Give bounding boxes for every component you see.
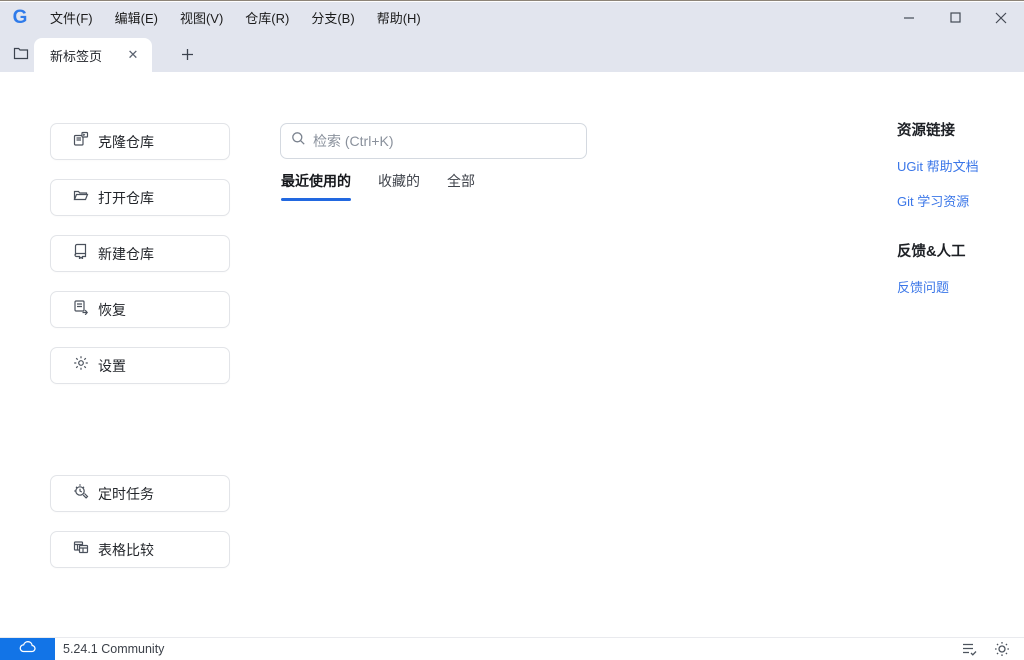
menu-view[interactable]: 视图(V): [169, 2, 234, 33]
minimize-button[interactable]: [886, 2, 932, 33]
button-label: 定时任务: [98, 485, 154, 502]
search-box: [280, 123, 587, 159]
repo-filter-tabs: 最近使用的 收藏的 全部: [281, 171, 475, 201]
scheduled-task-icon: [73, 483, 89, 504]
main-content: 克隆仓库 打开仓库 新建仓库 恢复 设置 定时任务 表格比较 检索 (Ctrl+…: [0, 72, 1024, 638]
version-label: 5.24.1 Community: [63, 642, 165, 656]
button-label: 恢复: [98, 301, 126, 318]
tab-list-folder-icon[interactable]: [8, 40, 34, 66]
menubar: 文件(F) 编辑(E) 视图(V) 仓库(R) 分支(B) 帮助(H): [39, 2, 432, 33]
search-input[interactable]: [313, 133, 576, 149]
app-logo-icon: G: [12, 6, 28, 28]
resources-heading: 资源链接: [897, 123, 955, 139]
menu-repository[interactable]: 仓库(R): [234, 2, 300, 33]
folder-open-icon: [73, 187, 89, 208]
scheduled-task-button[interactable]: 定时任务: [50, 475, 230, 512]
cloud-sync-button[interactable]: [0, 637, 55, 660]
window-controls: [886, 2, 1024, 33]
tab-all[interactable]: 全部: [447, 171, 475, 201]
link-ugit-help-docs[interactable]: UGit 帮助文档: [897, 156, 1017, 175]
task-log-icon[interactable]: [960, 639, 980, 659]
menu-branch[interactable]: 分支(B): [300, 2, 365, 33]
table-compare-icon: [73, 539, 89, 560]
theme-toggle-sun-icon[interactable]: [992, 639, 1012, 659]
button-label: 新建仓库: [98, 245, 154, 262]
tab-favorites[interactable]: 收藏的: [378, 171, 420, 201]
feedback-heading: 反馈&人工: [897, 244, 966, 260]
tabbar: 新标签页 ✕: [0, 33, 1024, 72]
menu-file[interactable]: 文件(F): [39, 2, 104, 33]
clone-repo-button[interactable]: 克隆仓库: [50, 123, 230, 160]
cloud-icon: [19, 640, 37, 658]
tab-close-icon[interactable]: ✕: [124, 46, 142, 64]
repo-new-icon: [73, 243, 89, 264]
restore-button[interactable]: 恢复: [50, 291, 230, 328]
repo-restore-icon: [73, 299, 89, 320]
link-git-learning[interactable]: Git 学习资源: [897, 191, 1017, 210]
search-icon: [291, 131, 306, 151]
right-panel: 资源链接 UGit 帮助文档 Git 学习资源 反馈&人工 反馈问题: [897, 119, 1017, 312]
close-button[interactable]: [978, 2, 1024, 33]
open-repo-button[interactable]: 打开仓库: [50, 179, 230, 216]
tab-recently-used[interactable]: 最近使用的: [281, 171, 351, 201]
maximize-button[interactable]: [932, 2, 978, 33]
statusbar: 5.24.1 Community: [0, 637, 1024, 660]
repo-clone-icon: [73, 131, 89, 152]
menu-help[interactable]: 帮助(H): [366, 2, 432, 33]
menu-edit[interactable]: 编辑(E): [104, 2, 169, 33]
table-compare-button[interactable]: 表格比较: [50, 531, 230, 568]
link-feedback-issue[interactable]: 反馈问题: [897, 277, 1017, 296]
new-repo-button[interactable]: 新建仓库: [50, 235, 230, 272]
tab-new-page[interactable]: 新标签页 ✕: [34, 38, 152, 72]
tab-label: 新标签页: [50, 48, 103, 64]
button-label: 设置: [98, 357, 126, 374]
titlebar: G 文件(F) 编辑(E) 视图(V) 仓库(R) 分支(B) 帮助(H): [0, 2, 1024, 33]
button-label: 克隆仓库: [98, 133, 154, 150]
gear-icon: [73, 355, 89, 376]
new-tab-button[interactable]: [174, 41, 200, 67]
button-label: 打开仓库: [98, 189, 154, 206]
app-window: G 文件(F) 编辑(E) 视图(V) 仓库(R) 分支(B) 帮助(H) 新标…: [0, 0, 1024, 660]
settings-button[interactable]: 设置: [50, 347, 230, 384]
button-label: 表格比较: [98, 541, 154, 558]
